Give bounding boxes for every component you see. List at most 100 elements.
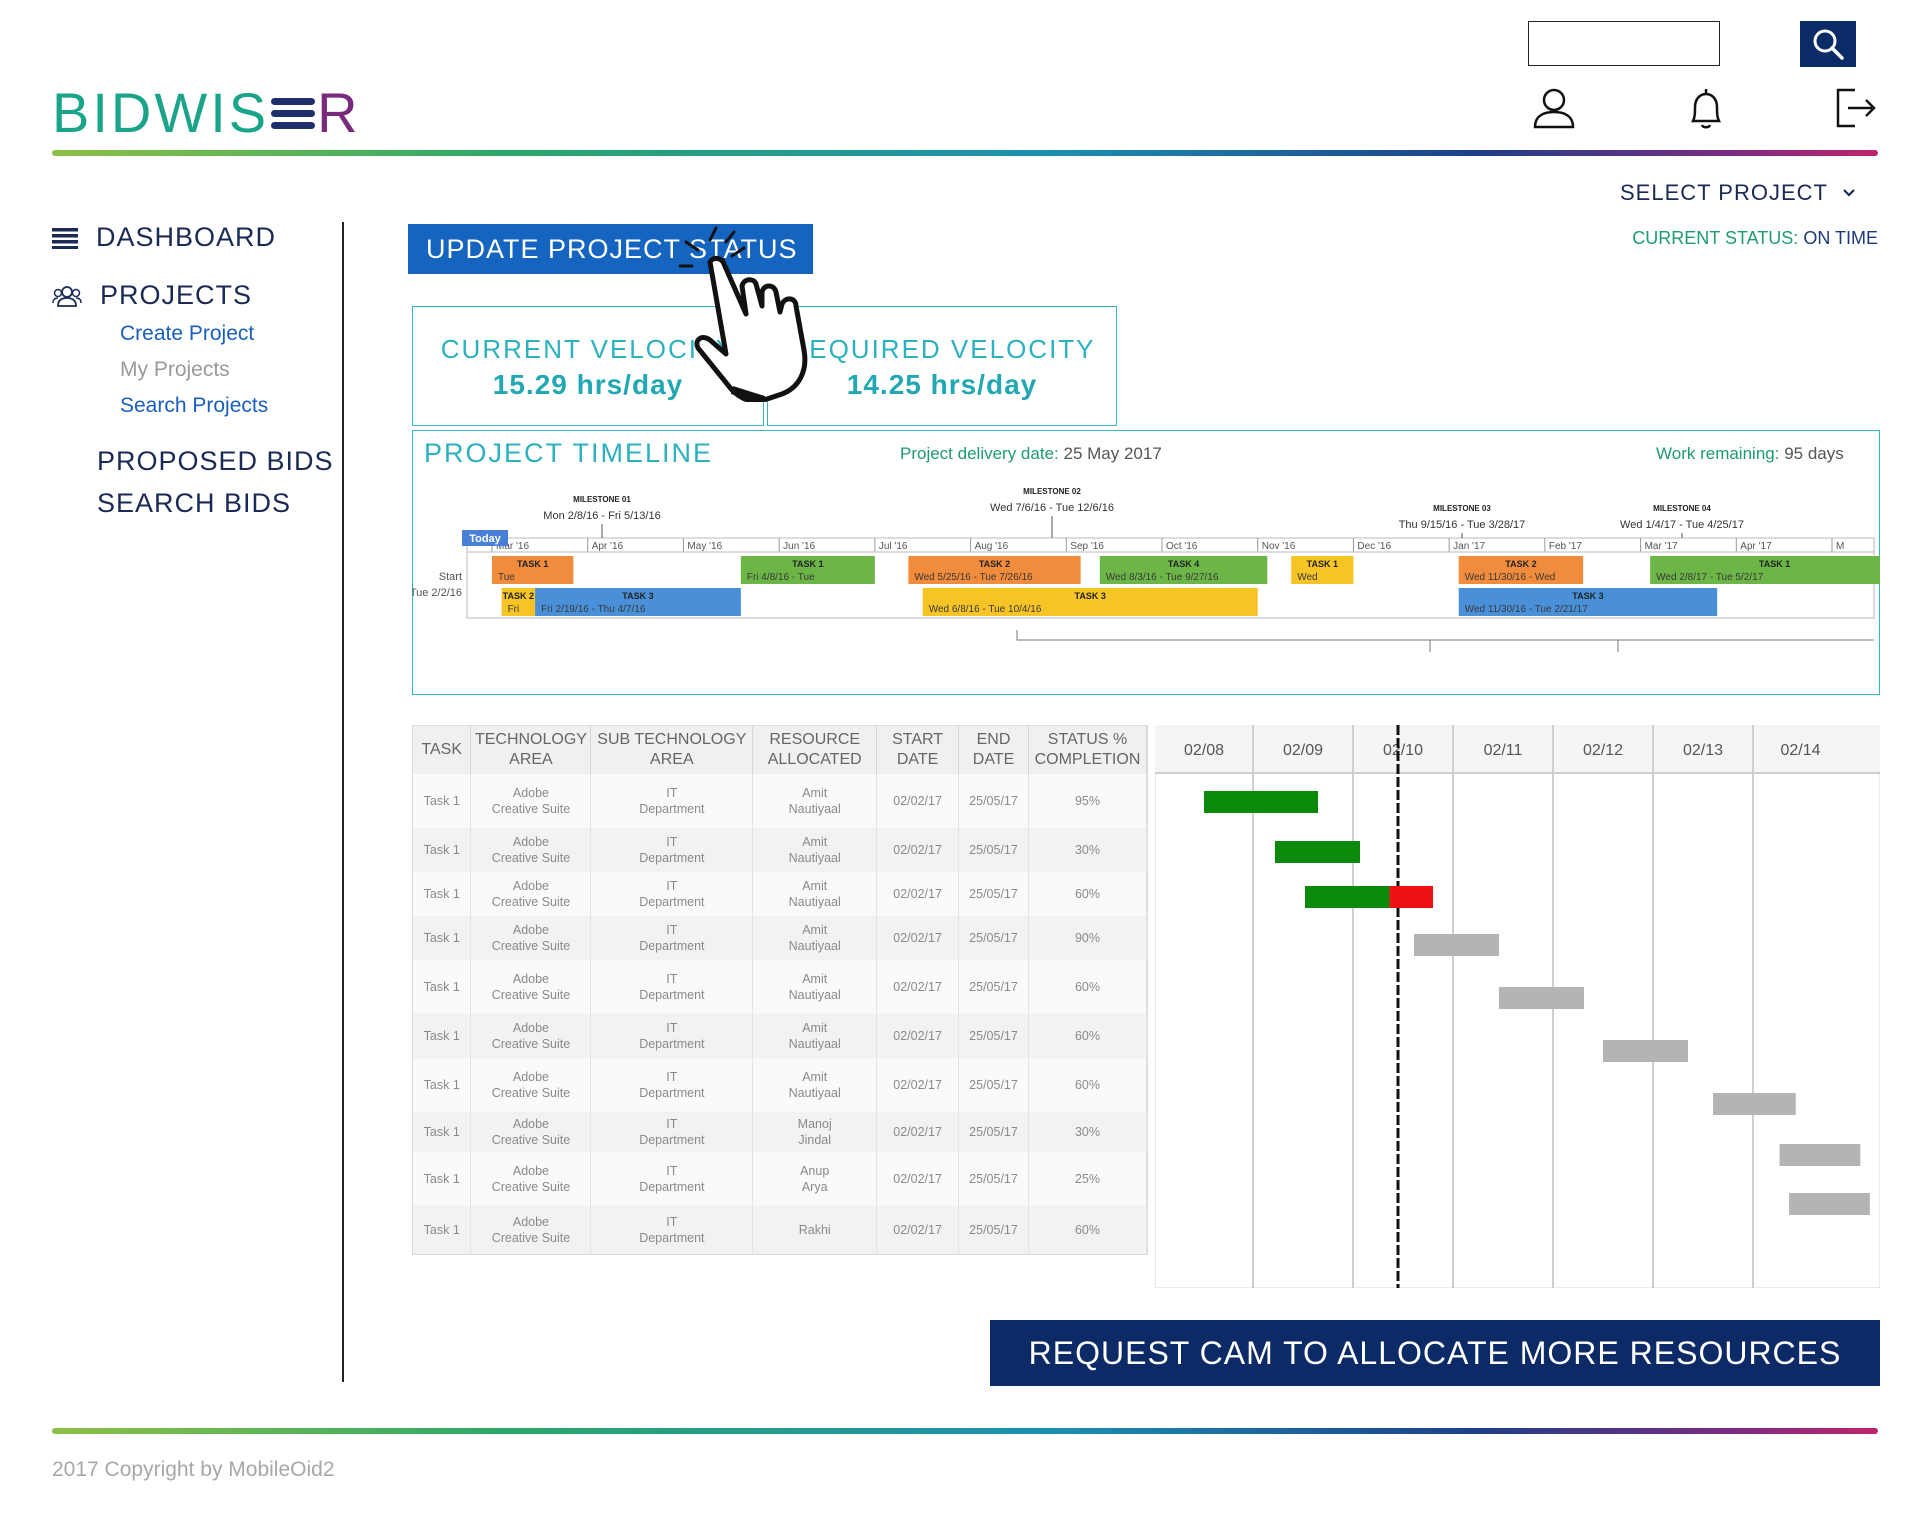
gantt-task-bar-pending[interactable]: [1779, 1144, 1861, 1166]
timeline-task-dates: Wed 11/30/16 - Wed: [1465, 572, 1556, 583]
work-remaining-label: Work remaining:: [1656, 444, 1780, 463]
cell-text: Adobe: [512, 923, 550, 937]
cell-text: Adobe: [512, 1117, 550, 1131]
column-header[interactable]: SUB TECHNOLOGY AREA: [590, 726, 754, 774]
sub-technology-cell: IT Department: [590, 960, 754, 1014]
search-button[interactable]: [1800, 21, 1856, 67]
cell-text: 95%: [1074, 794, 1100, 808]
column-header-text: DATE: [896, 751, 939, 768]
table-row[interactable]: Task 1 Adobe Creative Suite IT Department Ami…: [413, 960, 1148, 1014]
cell-text: 02/02/17: [893, 1223, 942, 1237]
select-project-dropdown[interactable]: SELECT PROJECT: [1620, 180, 1856, 206]
timeline-task-dates: Wed 5/25/16 - Tue 7/26/16: [914, 572, 1033, 583]
status-cell: 90%: [1028, 916, 1148, 960]
sub-technology-cell: IT Department: [590, 872, 754, 916]
table-row[interactable]: Task 1 Adobe Creative Suite IT Department Ami…: [413, 916, 1148, 960]
status-label: CURRENT STATUS:: [1632, 228, 1799, 248]
gantt-task-bar[interactable]: [1275, 841, 1360, 863]
timeline-task-name: TASK 3: [622, 591, 653, 601]
table-row[interactable]: Task 1 Adobe Creative Suite IT Department Ami…: [413, 774, 1148, 828]
gantt-task-bar-pending[interactable]: [1603, 1040, 1688, 1062]
sidebar-item-search-bids[interactable]: SEARCH BIDS: [97, 488, 291, 519]
request-cam-button[interactable]: REQUEST CAM TO ALLOCATE MORE RESOURCES: [990, 1320, 1880, 1386]
sidebar-divider: [342, 222, 344, 1382]
gantt-task-bar-pending[interactable]: [1414, 934, 1499, 956]
cell-text: Creative Suite: [491, 851, 571, 865]
start-label: Start: [439, 571, 462, 583]
sidebar-item-proposed-bids[interactable]: PROPOSED BIDS: [97, 446, 334, 477]
table-row[interactable]: Task 1 Adobe Creative Suite IT Department Ami…: [413, 1014, 1148, 1058]
cell-text: Creative Suite: [491, 1231, 571, 1245]
column-header[interactable]: RESOURCE ALLOCATED: [752, 726, 878, 774]
timeline-task-dates: Wed 11/30/16 - Tue 2/21/17: [1465, 604, 1588, 615]
cell-text: Adobe: [512, 786, 550, 800]
cell-text: 30%: [1074, 843, 1100, 857]
cell-text: 02/02/17: [893, 1078, 942, 1092]
column-header[interactable]: TECHNOLOGY AREA: [470, 726, 592, 774]
end-date-cell: 25/05/17: [958, 1206, 1029, 1254]
cell-text: Nautiyaal: [788, 851, 841, 865]
cell-text: 60%: [1074, 1078, 1100, 1092]
gantt-day-label: 02/08: [1184, 742, 1224, 759]
task-table-container: TASK TECHNOLOGY AREA SUB TECHNOLOGY AREA RESO…: [412, 725, 1148, 1255]
technology-cell: Adobe Creative Suite: [470, 872, 592, 916]
gantt-task-bar[interactable]: [1204, 791, 1318, 813]
timeline-task-name: TASK 2: [1505, 559, 1536, 569]
month-label: Nov '16: [1262, 541, 1296, 552]
end-date-cell: 25/05/17: [958, 916, 1029, 960]
sidebar-item-projects[interactable]: PROJECTS: [52, 280, 252, 311]
cell-text: Manoj: [797, 1117, 832, 1131]
project-timeline-title: PROJECT TIMELINE: [424, 438, 714, 468]
gantt-task-bar-done[interactable]: [1305, 886, 1390, 908]
notifications-button[interactable]: [1682, 84, 1730, 132]
sidebar-subitem-my-projects[interactable]: My Projects: [120, 358, 230, 382]
cell-text: IT: [666, 1070, 678, 1084]
cell-text: IT: [666, 879, 678, 893]
table-row[interactable]: Task 1 Adobe Creative Suite IT Department Ami…: [413, 1058, 1148, 1112]
table-row[interactable]: Task 1 Adobe Creative Suite IT Department Anu…: [413, 1152, 1148, 1206]
gantt-task-bar-pending[interactable]: [1789, 1193, 1870, 1215]
column-header-text: COMPLETION: [1034, 751, 1141, 768]
gantt-task-bar-late[interactable]: [1389, 886, 1433, 908]
user-profile-button[interactable]: [1530, 84, 1578, 132]
sidebar-subitem-search-projects[interactable]: Search Projects: [120, 394, 268, 418]
cell-text: Task 1: [423, 794, 460, 808]
resource-cell: Amit Nautiyaal: [752, 1058, 878, 1112]
table-row[interactable]: Task 1 Adobe Creative Suite IT Department Ami…: [413, 872, 1148, 916]
column-header[interactable]: TASK: [413, 726, 472, 774]
cell-text: IT: [666, 1117, 678, 1131]
month-label: Jan '17: [1453, 541, 1485, 552]
timeline-task-dates: Wed: [1297, 572, 1317, 583]
cell-text: 60%: [1074, 887, 1100, 901]
search-icon: [1813, 29, 1844, 60]
status-cell: 60%: [1028, 1014, 1148, 1058]
timeline-task-name: TASK 2: [979, 559, 1010, 569]
gantt-task-bar-pending[interactable]: [1713, 1093, 1796, 1115]
search-input[interactable]: [1528, 21, 1720, 66]
cell-text: Task 1: [423, 843, 460, 857]
column-header[interactable]: END DATE: [958, 726, 1029, 774]
cell-text: 02/02/17: [893, 980, 942, 994]
start-date-cell: 02/02/17: [876, 872, 960, 916]
select-project-label: SELECT PROJECT: [1620, 180, 1828, 205]
cell-text: 90%: [1074, 931, 1100, 945]
table-row[interactable]: Task 1 Adobe Creative Suite IT Department Ami…: [413, 828, 1148, 872]
sidebar-item-dashboard[interactable]: DASHBOARD: [52, 222, 276, 253]
bidwiser-logo[interactable]: BIDWIS R: [52, 80, 361, 145]
column-header[interactable]: START DATE: [876, 726, 960, 774]
sidebar-subitem-create-project[interactable]: Create Project: [120, 322, 254, 346]
table-row[interactable]: Task 1 Adobe Creative Suite IT Department Rak…: [413, 1206, 1148, 1254]
table-row[interactable]: Task 1 Adobe Creative Suite IT Department Man…: [413, 1112, 1148, 1152]
sub-technology-cell: IT Department: [590, 1112, 754, 1152]
gantt-task-bar-pending[interactable]: [1499, 987, 1584, 1009]
cell-text: Nautiyaal: [788, 1086, 841, 1100]
column-header[interactable]: STATUS % COMPLETION: [1028, 726, 1148, 774]
logout-button[interactable]: [1832, 84, 1880, 132]
cell-text: Creative Suite: [491, 988, 571, 1002]
cell-text: Creative Suite: [491, 1086, 571, 1100]
cell-text: Nautiyaal: [788, 988, 841, 1002]
cell-text: Amit: [802, 786, 828, 800]
resource-cell: Amit Nautiyaal: [752, 960, 878, 1014]
sub-technology-cell: IT Department: [590, 1152, 754, 1206]
milestone-dates: Mon 2/8/16 - Fri 5/13/16: [543, 510, 660, 522]
